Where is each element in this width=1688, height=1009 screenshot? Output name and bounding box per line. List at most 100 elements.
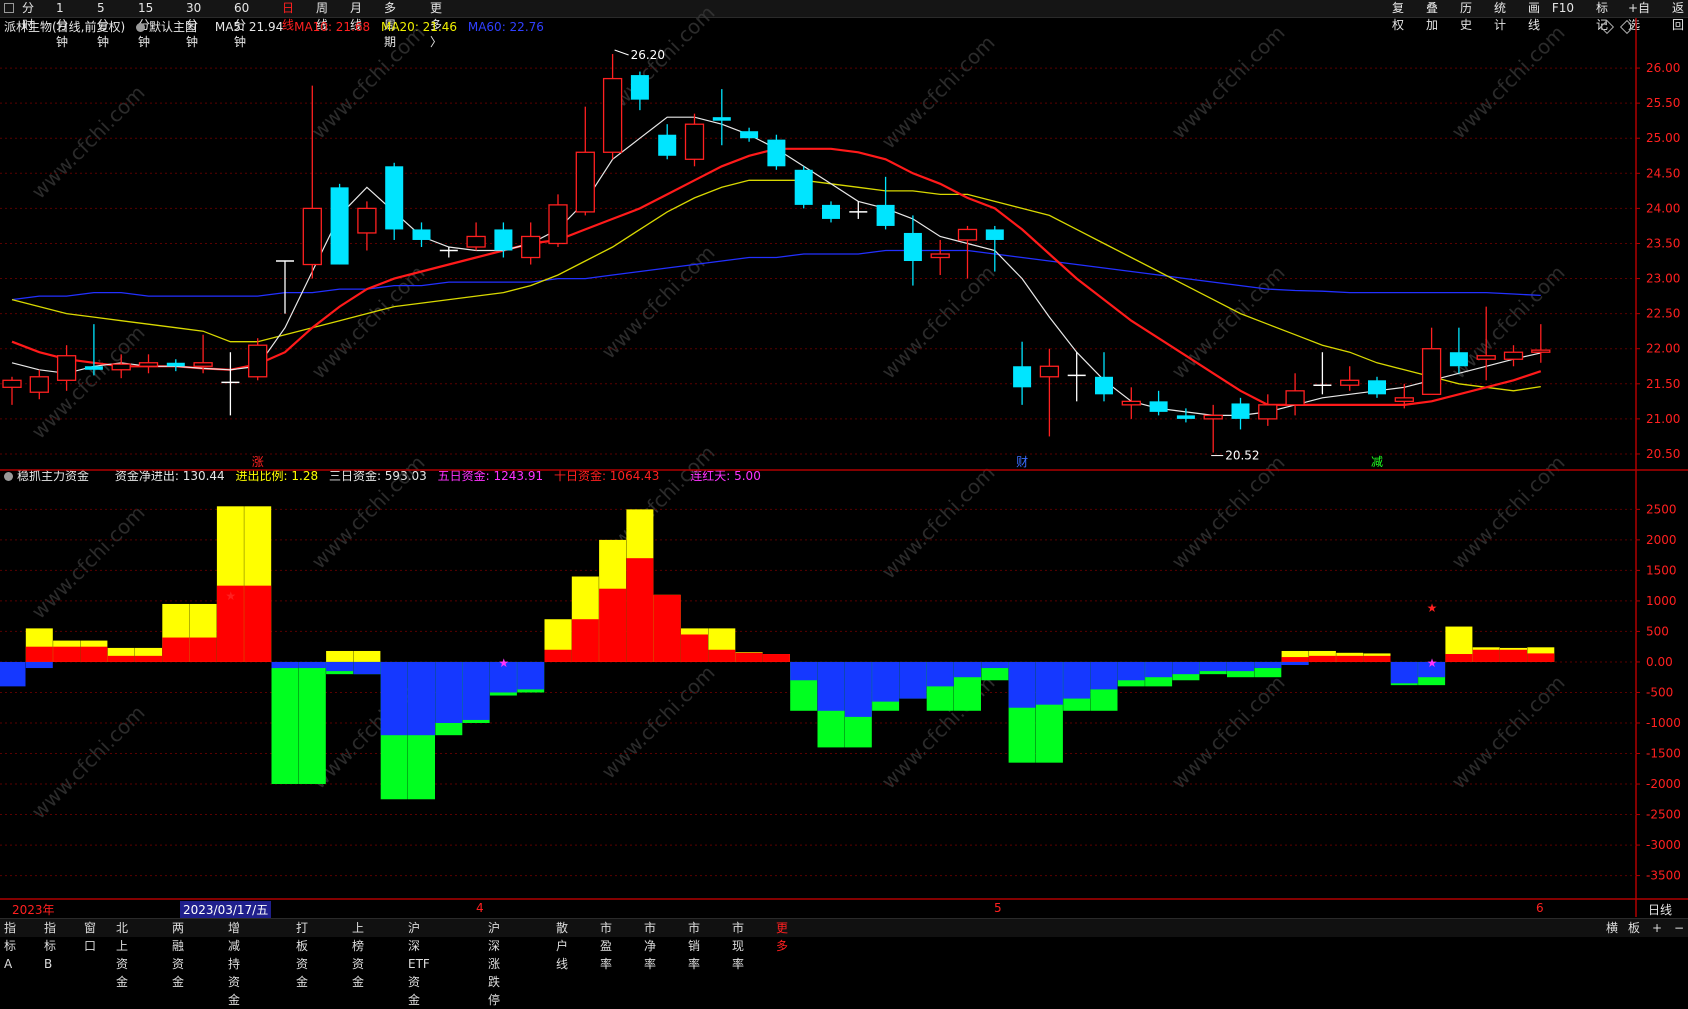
fund-tick-label: 500 [1646, 624, 1669, 638]
watermark-text: www.cfchi.com [597, 241, 720, 364]
fund-bar [462, 661, 490, 720]
candle-body [903, 232, 922, 262]
candle-body [1121, 400, 1141, 406]
bottom-tab[interactable]: 更多 [776, 919, 788, 953]
period-tab[interactable]: 60分钟 [234, 0, 249, 49]
fund-bar [571, 576, 599, 662]
fund-bar [762, 654, 790, 662]
toolbar-button[interactable]: 复权 [1392, 0, 1404, 32]
candle-body [1476, 355, 1496, 360]
fund-bar [1418, 661, 1446, 678]
period-tab[interactable]: 分时 [22, 0, 34, 32]
period-tab[interactable]: 周线 [316, 0, 328, 32]
period-tab[interactable]: 15分钟 [138, 0, 153, 49]
bottom-tab[interactable]: 北上资金 [116, 919, 128, 989]
fund-bar [271, 661, 299, 669]
three-day-label: 三日资金: 593.03 [328, 469, 427, 483]
bottom-tab[interactable]: 打板资金 [296, 919, 308, 989]
bottom-tab[interactable]: 沪深涨跌停 [488, 919, 500, 1007]
period-tab[interactable]: 30分钟 [186, 0, 201, 49]
period-tab[interactable]: 更多 〉 [430, 0, 442, 49]
fund-bar [1445, 626, 1473, 662]
fund-bar [899, 661, 927, 699]
candle-body [602, 77, 623, 153]
bottom-tab[interactable]: 指标A [4, 919, 16, 971]
sub-indicator-selector[interactable]: 稳抓主力资金 [4, 469, 100, 483]
window-menu-icon[interactable] [4, 3, 14, 13]
bottom-tab[interactable]: 市销率 [688, 919, 700, 971]
fund-bar [0, 661, 26, 687]
fund-bar [1172, 661, 1200, 681]
bottom-tab[interactable]: 市盈率 [600, 919, 612, 971]
period-tab[interactable]: 日线 [282, 0, 294, 32]
period-tab[interactable]: 多周期 [384, 0, 396, 49]
fund-tick-label: 2000 [1646, 533, 1677, 547]
circle-icon [136, 23, 146, 32]
fund-bar [326, 661, 354, 672]
period-label[interactable]: 日线 [1648, 901, 1672, 918]
bottom-tab[interactable]: 沪深ETF资金 [408, 919, 430, 1007]
bottom-tab[interactable]: 两融资金 [172, 919, 184, 989]
period-tab[interactable]: 月线 [350, 0, 362, 32]
candle-body [166, 362, 185, 367]
period-tab[interactable]: 5分钟 [97, 0, 109, 49]
ma10-label: MA10: 21.68 [294, 20, 371, 34]
fund-bar [899, 661, 927, 699]
price-tick-label: 20.50 [1646, 447, 1680, 461]
watermark-text: www.cfchi.com [1167, 21, 1290, 144]
bottom-tab[interactable]: 散户线 [556, 919, 568, 971]
fund-bar [1227, 661, 1254, 678]
bottom-control[interactable]: 横 [1606, 919, 1618, 937]
fund-bar [107, 655, 135, 662]
fund-bar [1281, 661, 1309, 666]
fund-bar [489, 661, 517, 693]
low-label: 20.52 [1225, 449, 1259, 463]
cursor-date-label: 2023/03/17/五 [180, 901, 272, 918]
bottom-tab[interactable]: 市现率 [732, 919, 744, 971]
price-tick-label: 24.00 [1646, 201, 1680, 215]
period-tab[interactable]: 1分钟 [56, 0, 68, 49]
candle-body [767, 139, 786, 167]
bottom-control[interactable]: − [1674, 919, 1684, 937]
candle-body [1203, 414, 1223, 420]
bottom-control[interactable]: + [1652, 919, 1662, 937]
fund-bar [162, 603, 190, 662]
fund-bar [380, 661, 408, 800]
bottom-control[interactable]: 板 [1628, 919, 1640, 937]
candle-body [248, 344, 268, 378]
price-tick-label: 25.00 [1646, 131, 1680, 145]
toolbar-button[interactable]: 画线 [1528, 0, 1540, 32]
bottom-tab[interactable]: 增减持资金 [228, 919, 240, 1007]
fund-bar [1472, 649, 1500, 662]
fund-bar [762, 654, 790, 662]
toolbar-button[interactable]: 历史 [1460, 0, 1472, 32]
fund-bar [708, 628, 736, 662]
price-tick-label: 26.00 [1646, 61, 1680, 75]
fund-bar [25, 661, 53, 669]
toolbar-button[interactable]: 标记 [1596, 0, 1608, 32]
toolbar-button[interactable]: 统计 [1494, 0, 1506, 32]
toolbar-button[interactable]: F10 [1552, 0, 1574, 17]
candle-body [1176, 415, 1195, 419]
fund-bar [1308, 655, 1336, 662]
toolbar-button[interactable]: +自选 [1628, 0, 1650, 32]
bottom-tab[interactable]: 上榜资金 [352, 919, 364, 989]
main-chart-selector[interactable]: 默认主图 [136, 20, 208, 34]
fund-tick-label: 1500 [1646, 563, 1677, 577]
bottom-tab[interactable]: 市净率 [644, 919, 656, 971]
price-tick-label: 21.50 [1646, 377, 1680, 391]
fund-bar [844, 661, 872, 717]
candle-body [985, 229, 1004, 240]
fund-bar [326, 650, 354, 662]
candle-body [1503, 351, 1524, 360]
bottom-tab[interactable]: 窗口 [84, 919, 96, 953]
fund-bar [544, 619, 572, 662]
candle-body [1231, 403, 1250, 419]
bottom-tab[interactable]: 指标B [44, 919, 56, 971]
toolbar-button[interactable]: 叠加 [1426, 0, 1438, 32]
fund-bar [1472, 647, 1500, 662]
fund-bar [462, 661, 490, 723]
watermark-text: www.cfchi.com [307, 261, 430, 384]
toolbar-button[interactable]: 返回 [1672, 0, 1684, 32]
fund-bar [80, 646, 108, 662]
